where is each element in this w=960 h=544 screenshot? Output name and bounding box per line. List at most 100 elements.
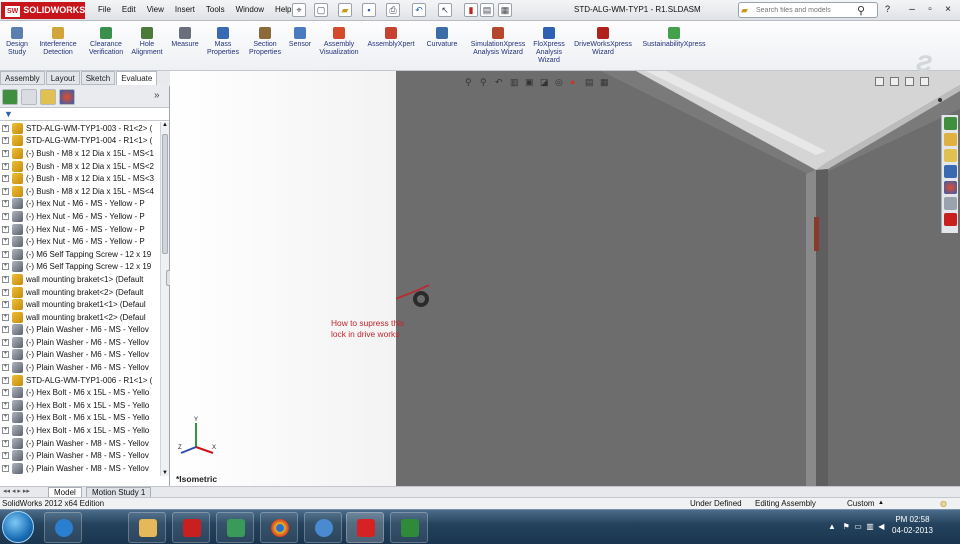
scroll-up-icon[interactable]: ▲: [162, 122, 168, 128]
taskbar-hp[interactable]: [304, 512, 342, 543]
tree-node[interactable]: + (-) Bush - M8 x 12 Dia x 15L - MS<4: [0, 185, 160, 198]
expand-icon[interactable]: +: [2, 351, 9, 359]
expand-icon[interactable]: +: [2, 288, 9, 296]
section-properties-button[interactable]: Section Properties: [246, 27, 284, 57]
sensor-button[interactable]: Sensor: [287, 27, 313, 49]
file-explorer-icon[interactable]: [943, 149, 957, 162]
magnifier-icon[interactable]: ⚲: [857, 4, 865, 17]
expand-icon[interactable]: +: [2, 414, 9, 422]
tree-node[interactable]: + (-) Bush - M8 x 12 Dia x 15L - MS<2: [0, 160, 160, 173]
menu-file[interactable]: File: [98, 5, 111, 14]
expand-icon[interactable]: +: [2, 427, 9, 435]
menu-insert[interactable]: Insert: [175, 5, 195, 14]
expand-icon[interactable]: +: [2, 464, 9, 472]
display-style-icon[interactable]: ◪: [540, 77, 550, 87]
network-icon[interactable]: ▥: [866, 522, 874, 531]
options-icon[interactable]: ▦: [498, 3, 512, 17]
view-palette-icon[interactable]: [943, 165, 957, 178]
expand-icon[interactable]: +: [2, 326, 9, 334]
tree-node[interactable]: + (-) M6 Self Tapping Screw - 12 x 19: [0, 261, 160, 274]
tree-node[interactable]: + (-) Plain Washer - M8 - MS - Yellov: [0, 462, 160, 475]
restore-icon[interactable]: ▫: [923, 3, 937, 17]
interference-detection-button[interactable]: Interference Detection: [35, 27, 81, 57]
tree-node[interactable]: + (-) Hex Bolt - M6 x 15L - MS - Yello: [0, 399, 160, 412]
menu-edit[interactable]: Edit: [122, 5, 136, 14]
units-dropdown-icon[interactable]: ▲: [878, 498, 884, 509]
taskbar-excel[interactable]: [390, 512, 428, 543]
start-button[interactable]: [2, 511, 34, 543]
save-icon[interactable]: ▪: [362, 3, 376, 17]
tree-node[interactable]: + STD-ALG-WM-TYP1-004 - R1<1> (: [0, 135, 160, 148]
undo-icon[interactable]: ↶: [412, 3, 426, 17]
curvature-button[interactable]: Curvature: [423, 27, 461, 49]
design-library-icon[interactable]: [943, 133, 957, 146]
taskbar-explorer[interactable]: [128, 512, 166, 543]
taskbar-ie[interactable]: [44, 512, 82, 543]
expand-icon[interactable]: +: [2, 439, 9, 447]
tab-assembly[interactable]: Assembly: [0, 71, 45, 85]
tree-node[interactable]: + wall mounting braket1<1> (Defaul: [0, 298, 160, 311]
zoom-to-area-icon[interactable]: ⚲: [480, 77, 490, 87]
file-properties-icon[interactable]: ▤: [480, 3, 494, 17]
configuration-manager-icon[interactable]: [40, 89, 56, 105]
solidworks-forum-icon[interactable]: [943, 213, 957, 226]
menu-tools[interactable]: Tools: [206, 5, 225, 14]
quick-tips-icon[interactable]: ◍: [940, 498, 947, 509]
measure-button[interactable]: Measure: [168, 27, 202, 49]
solidworks-logo[interactable]: SW SOLIDWORKS: [1, 2, 85, 19]
tree-node[interactable]: + (-) Plain Washer - M6 - MS - Yellov: [0, 349, 160, 362]
expand-icon[interactable]: +: [2, 149, 9, 157]
zoom-to-fit-icon[interactable]: ⚲: [465, 77, 475, 87]
assemblyxpert-button[interactable]: AssemblyXpert: [365, 27, 417, 49]
design-study-button[interactable]: Design Study: [4, 27, 30, 57]
graphics-area[interactable]: ⚲ ⚲ ↶ ▥ ▣ ◪ ◎ ● ▤ ▦ How to supress this …: [170, 71, 960, 486]
simulationxpress-button[interactable]: SimulationXpress Analysis Wizard: [469, 27, 527, 57]
tree-node[interactable]: + (-) Hex Nut - M6 - MS - Yellow - P: [0, 198, 160, 211]
expand-icon[interactable]: +: [2, 263, 9, 271]
tree-scrollbar[interactable]: ▲ ▼: [160, 122, 169, 476]
expand-icon[interactable]: +: [2, 200, 9, 208]
tab-scroll-arrows-icon[interactable]: ◂◂ ◂ ▸ ▸▸: [3, 487, 30, 495]
expand-icon[interactable]: +: [2, 124, 9, 132]
scroll-down-icon[interactable]: ▼: [162, 470, 168, 476]
taskbar-typing-app[interactable]: [216, 512, 254, 543]
filter-icon[interactable]: ▼: [4, 109, 13, 119]
expand-icon[interactable]: +: [2, 401, 9, 409]
expand-icon[interactable]: +: [2, 364, 9, 372]
expand-icon[interactable]: +: [2, 452, 9, 460]
expand-icon[interactable]: +: [2, 389, 9, 397]
print-icon[interactable]: ⎙: [386, 3, 400, 17]
viewport-restore-icon[interactable]: [890, 77, 899, 86]
expand-icon[interactable]: +: [2, 137, 9, 145]
tree-node[interactable]: + (-) Hex Nut - M6 - MS - Yellow - P: [0, 210, 160, 223]
expand-icon[interactable]: +: [2, 376, 9, 384]
tree-node[interactable]: + (-) Hex Bolt - M6 x 15L - MS - Yello: [0, 386, 160, 399]
section-view-icon[interactable]: ▥: [510, 77, 520, 87]
display-manager-icon[interactable]: [59, 89, 75, 105]
expand-icon[interactable]: +: [2, 162, 9, 170]
taskbar-acrobat[interactable]: [172, 512, 210, 543]
tab-evaluate[interactable]: Evaluate: [116, 71, 158, 85]
view-settings-icon[interactable]: ▦: [600, 77, 610, 87]
hole-alignment-button[interactable]: Hole Alignment: [130, 27, 164, 57]
tree-node[interactable]: + (-) Bush - M8 x 12 Dia x 15L - MS<3: [0, 172, 160, 185]
driveworksxpress-button[interactable]: DriveWorksXpress Wizard: [572, 27, 634, 57]
edit-appearance-icon[interactable]: ●: [570, 77, 580, 87]
expand-icon[interactable]: +: [2, 250, 9, 258]
show-hidden-icons[interactable]: ▲: [828, 522, 836, 531]
solidworks-resources-icon[interactable]: [943, 117, 957, 130]
mass-properties-button[interactable]: Mass Properties: [204, 27, 242, 57]
taskbar-solidworks[interactable]: [346, 512, 384, 543]
new-document-icon[interactable]: ▢: [314, 3, 328, 17]
property-manager-icon[interactable]: [21, 89, 37, 105]
tree-scrollbar-thumb[interactable]: [162, 134, 168, 254]
rebuild-icon[interactable]: ▮: [464, 3, 478, 17]
feature-tree-icon[interactable]: [2, 89, 18, 105]
tree-node[interactable]: + (-) Hex Bolt - M6 x 15L - MS - Yello: [0, 412, 160, 425]
expand-icon[interactable]: +: [2, 212, 9, 220]
tree-node[interactable]: + (-) Plain Washer - M8 - MS - Yellov: [0, 437, 160, 450]
expand-icon[interactable]: +: [2, 275, 9, 283]
sustainabilityxpress-button[interactable]: SustainabilityXpress: [640, 27, 708, 49]
tree-node[interactable]: + STD-ALG-WM-TYP1-003 - R1<2> (: [0, 122, 160, 135]
menu-help[interactable]: Help: [275, 5, 291, 14]
